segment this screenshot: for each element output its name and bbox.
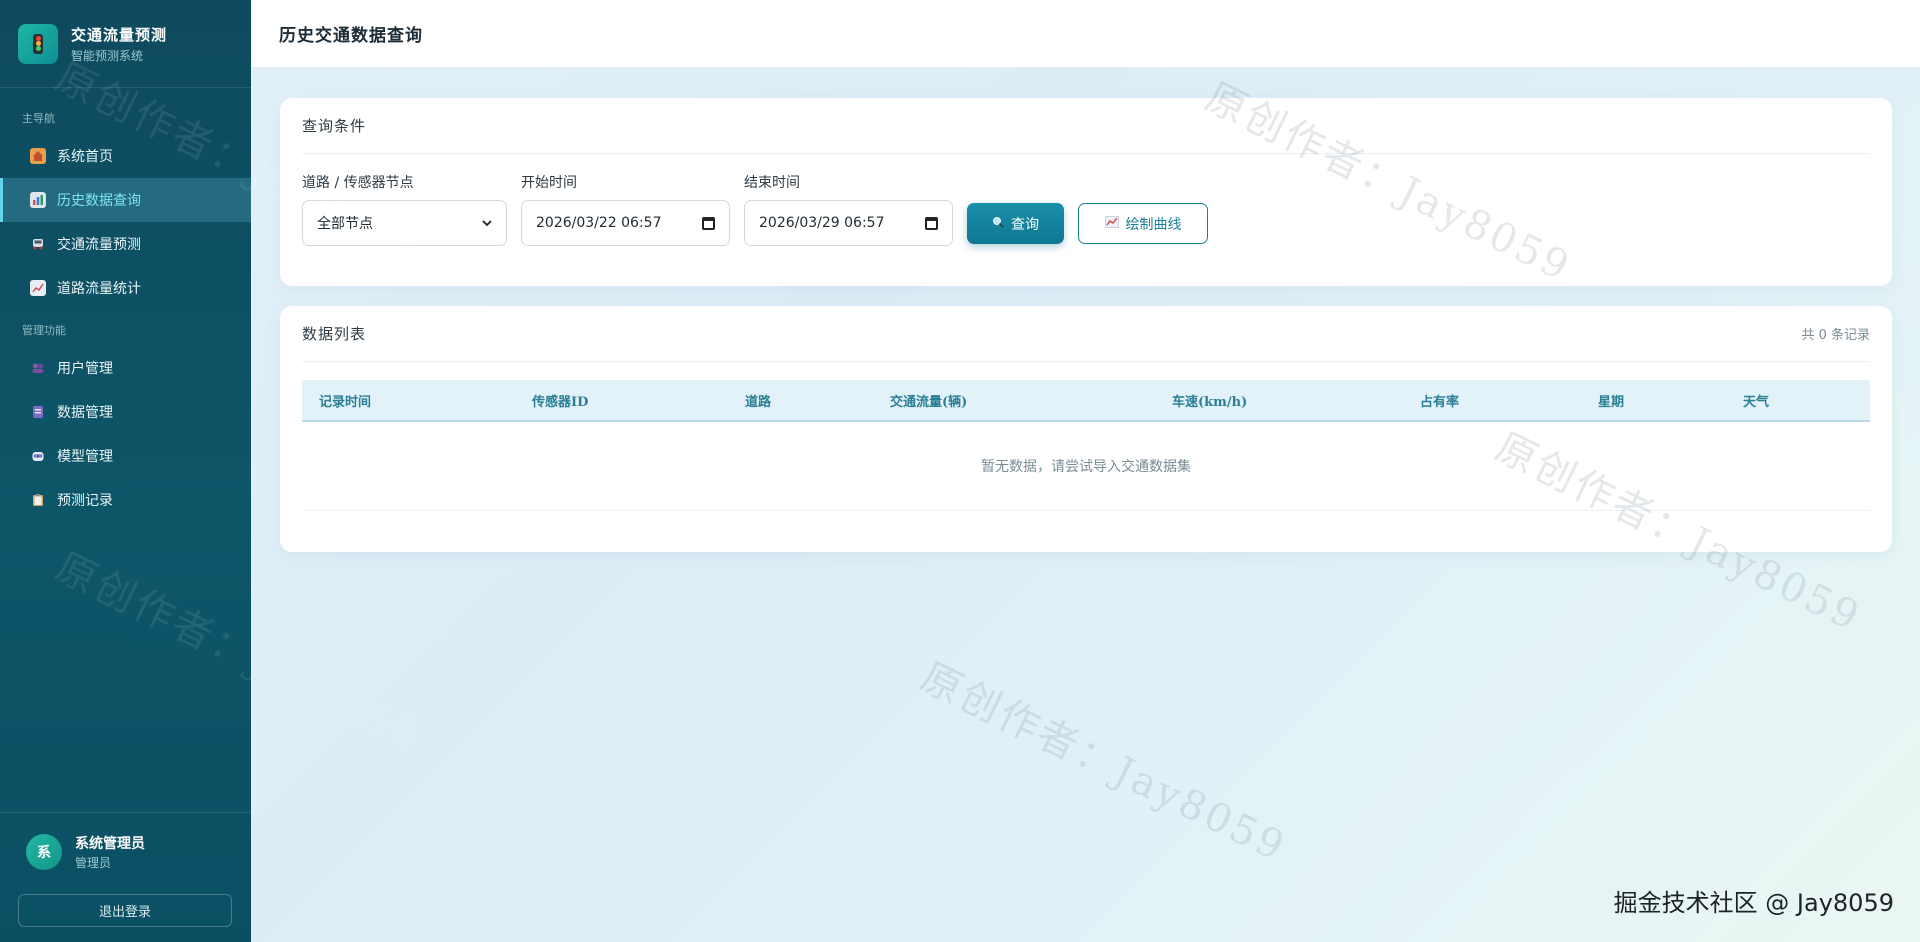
line-chart-icon [30,280,46,296]
start-time-value: 2026/03/22 06:57 [536,215,662,231]
bar-chart-icon [30,192,46,208]
data-list-card: 数据列表 共 0 条记录 记录时间 传感器ID 道路 交通流量(辆) 车速(km… [280,306,1892,552]
column-header[interactable]: 记录时间 [302,391,515,410]
sidebar-item-label: 预测记录 [57,493,113,509]
user-name: 系统管理员 [75,836,145,852]
house-icon [30,148,46,164]
chevron-down-icon [482,216,492,230]
sidebar-item-label: 模型管理 [57,449,113,465]
plot-curve-button-label: 绘制曲线 [1125,215,1182,232]
nav-section-main: 主导航 [22,112,55,125]
sidebar-item-label: 数据管理 [57,405,113,421]
plot-curve-button[interactable]: 绘制曲线 [1078,203,1208,244]
top-bar: 历史交通数据查询 [251,0,1920,68]
query-card: 查询条件 道路 / 传感器节点 全部节点 开始时间 2026/03/22 06:… [280,98,1892,286]
line-chart-icon [1104,216,1119,231]
sidebar-item-label: 道路流量统计 [57,281,141,297]
end-time-input[interactable]: 2026/03/29 06:57 [744,200,953,246]
car-icon [30,236,46,252]
column-header[interactable]: 星期 [1581,391,1726,410]
sidebar-item-users[interactable]: 用户管理 [0,346,251,390]
nav-section-admin: 管理功能 [22,324,66,337]
sidebar-item-models[interactable]: 模型管理 [0,434,251,478]
search-icon [992,216,1004,231]
clipboard-icon [30,492,46,508]
robot-icon [30,448,46,464]
empty-state-message: 暂无数据，请尝试导入交通数据集 [302,422,1870,511]
traffic-light-icon [18,23,58,64]
road-select-value: 全部节点 [317,216,373,232]
app-subtitle: 智能预测系统 [71,48,144,63]
brand: 交通流量预测 智能预测系统 [0,0,251,88]
users-icon [30,360,46,376]
calendar-icon[interactable] [925,216,938,230]
user-role: 管理员 [75,856,112,870]
query-button-label: 查询 [1011,215,1039,232]
sidebar-item-label: 用户管理 [57,361,113,377]
sidebar-item-label: 系统首页 [57,149,113,165]
sidebar-item-home[interactable]: 系统首页 [0,134,251,178]
avatar: 系 [26,834,62,870]
column-header[interactable]: 占有率 [1403,391,1581,410]
sidebar-item-road-stats[interactable]: 道路流量统计 [0,266,251,310]
sidebar-item-records[interactable]: 预测记录 [0,478,251,522]
column-header[interactable]: 传感器ID [515,391,728,410]
sidebar-footer: 系 系统管理员 管理员 退出登录 [0,812,251,942]
sidebar-item-label: 历史数据查询 [57,193,141,209]
sidebar: 交通流量预测 智能预测系统 主导航 系统首页 历史数据查询 交通流量预测 道路流… [0,0,251,942]
data-list-title: 数据列表 [302,325,367,343]
site-watermark: 掘金技术社区 @ Jay8059 [1613,889,1894,917]
table-header: 记录时间 传感器ID 道路 交通流量(辆) 车速(km/h) 占有率 星期 天气 [302,380,1870,422]
watermark: 原创作者：Jay8059 [913,654,1294,872]
database-icon [30,404,46,420]
calendar-icon[interactable] [702,216,715,230]
road-select[interactable]: 全部节点 [302,200,507,246]
column-header[interactable]: 交通流量(辆) [873,391,1155,410]
end-time-value: 2026/03/29 06:57 [759,215,885,231]
query-filters: 道路 / 传感器节点 全部节点 开始时间 2026/03/22 06:57 结束… [280,154,1892,246]
query-card-title: 查询条件 [302,117,367,135]
sidebar-item-history[interactable]: 历史数据查询 [0,178,251,222]
record-count: 共 0 条记录 [1801,328,1870,343]
column-header[interactable]: 天气 [1726,391,1866,410]
page-title: 历史交通数据查询 [279,26,423,46]
sidebar-item-label: 交通流量预测 [57,237,141,253]
logout-button[interactable]: 退出登录 [18,894,232,927]
road-select-label: 道路 / 传感器节点 [302,175,414,191]
query-button[interactable]: 查询 [967,203,1064,244]
column-header[interactable]: 车速(km/h) [1155,391,1403,410]
end-time-label: 结束时间 [744,175,800,191]
data-table: 记录时间 传感器ID 道路 交通流量(辆) 车速(km/h) 占有率 星期 天气… [302,380,1870,511]
sidebar-item-data[interactable]: 数据管理 [0,390,251,434]
sidebar-item-predict[interactable]: 交通流量预测 [0,222,251,266]
start-time-label: 开始时间 [521,175,577,191]
column-header[interactable]: 道路 [728,391,873,410]
start-time-input[interactable]: 2026/03/22 06:57 [521,200,730,246]
app-title: 交通流量预测 [71,25,168,44]
